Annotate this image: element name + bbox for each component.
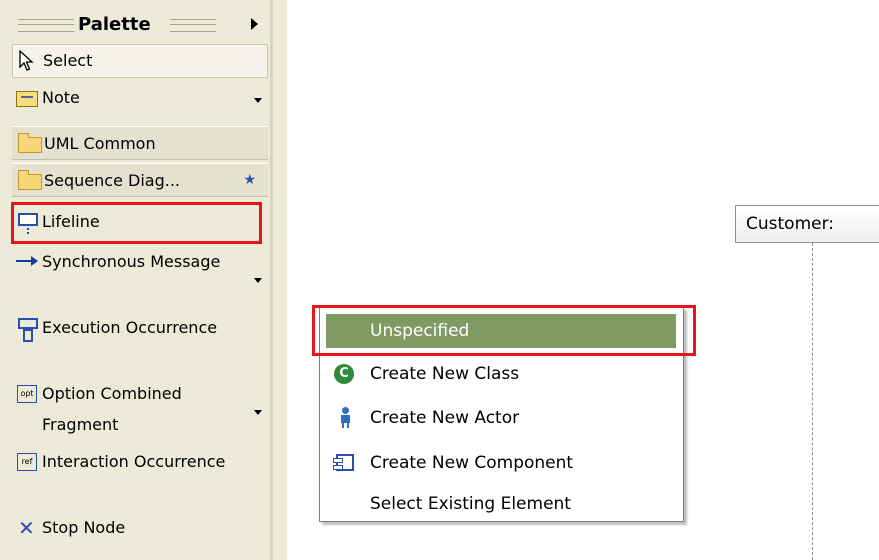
- option-combined-fragment-tool[interactable]: opt Option Combined Fragment: [12, 378, 268, 440]
- note-icon: [16, 87, 38, 109]
- menu-item-label: Create New Component: [370, 453, 574, 473]
- interaction-occurrence-tool[interactable]: ref Interaction Occurrence: [12, 446, 268, 508]
- select-tool-label: Select: [43, 51, 93, 70]
- note-dropdown-caret-icon[interactable]: [254, 98, 262, 103]
- palette-panel: Palette Select Note UML Common Sequence …: [0, 0, 287, 560]
- synchronous-message-label: Synchronous Message: [42, 252, 221, 271]
- palette-title: Palette: [78, 14, 151, 35]
- note-tool[interactable]: Note: [12, 82, 268, 116]
- palette-header[interactable]: Palette: [8, 8, 270, 42]
- execution-occurrence-icon: [16, 317, 38, 342]
- customer-lifeline-head[interactable]: Customer:: [735, 205, 879, 243]
- actor-icon: [334, 407, 356, 429]
- ref-fragment-icon: ref: [16, 451, 38, 473]
- folder-icon: [18, 133, 42, 153]
- stop-node-label: Stop Node: [42, 518, 126, 537]
- arrow-right-icon: [16, 251, 38, 273]
- drawer-sequence-diagram[interactable]: Sequence Diag... ★: [12, 163, 268, 197]
- message-dropdown-caret-icon[interactable]: [254, 278, 262, 283]
- class-icon: C: [334, 363, 356, 385]
- menu-item-label: Select Existing Element: [370, 494, 571, 514]
- option-combined-fragment-label: Option Combined Fragment: [42, 384, 182, 434]
- execution-occurrence-label: Execution Occurrence: [42, 318, 218, 337]
- menu-item-select-existing-element[interactable]: Select Existing Element: [326, 487, 676, 521]
- opt-fragment-icon: opt: [16, 383, 38, 405]
- select-tool[interactable]: Select: [12, 44, 268, 78]
- synchronous-message-tool[interactable]: Synchronous Message: [12, 246, 268, 308]
- menu-item-label: Create New Class: [370, 364, 520, 384]
- menu-item-create-new-class[interactable]: C Create New Class: [326, 357, 676, 391]
- fragment-dropdown-caret-icon[interactable]: [254, 410, 262, 415]
- stop-x-icon: ✕: [18, 516, 35, 540]
- note-tool-label: Note: [42, 88, 80, 107]
- cursor-arrow-icon: [17, 49, 39, 72]
- execution-occurrence-tool[interactable]: Execution Occurrence: [12, 312, 268, 374]
- interaction-occurrence-label: Interaction Occurrence: [42, 452, 226, 471]
- menu-item-create-new-component[interactable]: Create New Component: [326, 446, 676, 480]
- drawer-sequence-diagram-label: Sequence Diag...: [44, 170, 180, 190]
- menu-item-create-new-actor[interactable]: Create New Actor: [326, 401, 676, 435]
- drawer-uml-common-label: UML Common: [44, 133, 156, 153]
- unspecified-highlight-box: [312, 305, 696, 356]
- folder-icon: [18, 170, 42, 190]
- customer-lifeline-dashed-line[interactable]: [812, 243, 813, 560]
- stop-node-tool[interactable]: ✕ Stop Node: [12, 512, 268, 546]
- grip-handle-left[interactable]: [18, 19, 74, 32]
- pin-icon[interactable]: ★: [243, 172, 256, 188]
- component-icon: [333, 452, 356, 474]
- drawer-uml-common[interactable]: UML Common: [12, 126, 268, 160]
- menu-item-label: Create New Actor: [370, 408, 520, 428]
- grip-handle-right[interactable]: [170, 19, 216, 32]
- collapse-arrow-icon[interactable]: [251, 18, 258, 30]
- palette-body: Palette Select Note UML Common Sequence …: [8, 0, 273, 560]
- lifeline-highlight-box: [11, 202, 262, 244]
